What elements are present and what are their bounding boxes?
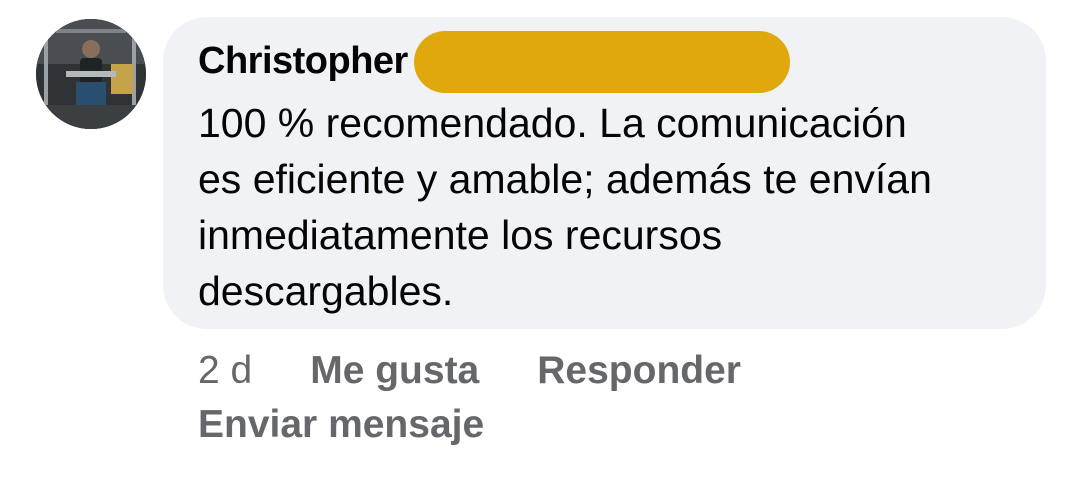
- redaction-mark: [413, 31, 790, 93]
- reply-button[interactable]: Responder: [537, 349, 741, 393]
- avatar[interactable]: [36, 19, 146, 129]
- send-message-button[interactable]: Enviar mensaje: [198, 403, 484, 447]
- comment-actions: 2 d Me gusta Responder: [198, 349, 741, 393]
- comment-header: Christopher: [198, 31, 790, 93]
- timestamp[interactable]: 2 d: [198, 349, 252, 393]
- like-button[interactable]: Me gusta: [310, 349, 479, 393]
- author-name[interactable]: Christopher: [198, 40, 408, 83]
- comment-text: 100 % recomendado. La comunicación es ef…: [198, 100, 932, 314]
- profile-photo: [36, 19, 146, 129]
